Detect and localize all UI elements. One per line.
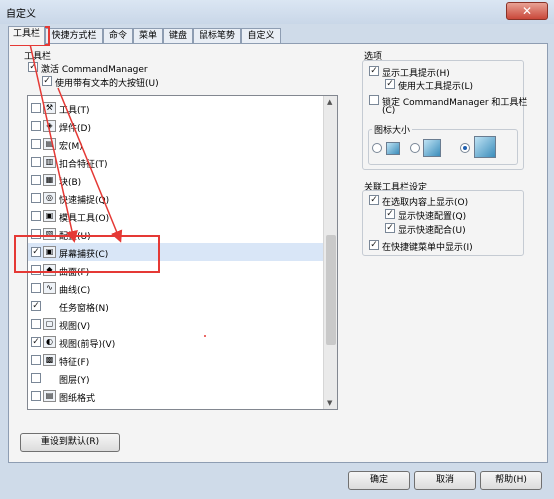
arrow-from-tab bbox=[29, 43, 78, 243]
tab-toolbars[interactable]: 工具栏 bbox=[8, 26, 45, 45]
annotation-arrows bbox=[29, 43, 206, 337]
annotation-dot bbox=[204, 335, 206, 337]
arrow-from-option bbox=[57, 87, 123, 243]
